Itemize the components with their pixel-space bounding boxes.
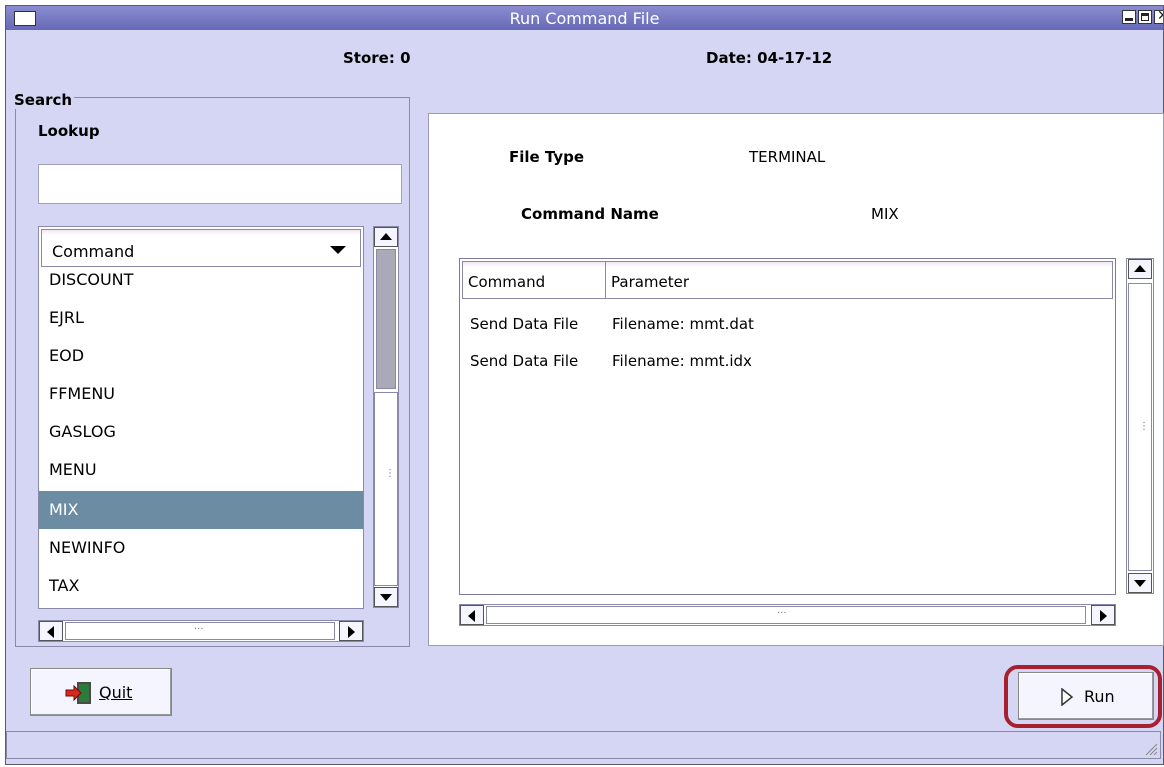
list-item-menu[interactable]: MENU xyxy=(39,451,363,489)
arrow-down-icon xyxy=(1134,580,1146,587)
arrow-up-icon xyxy=(1134,265,1146,272)
table-cell-parameter-1[interactable]: Filename: mmt.dat xyxy=(612,315,754,333)
run-button-label: Run xyxy=(1084,687,1115,706)
command-list-vscrollbar[interactable]: ⋮ xyxy=(373,226,399,608)
scroll-thumb[interactable]: ⋮ xyxy=(374,392,398,586)
list-item-newinfo[interactable]: NEWINFO xyxy=(39,529,363,567)
maximize-button[interactable] xyxy=(1138,10,1152,24)
list-item-tax[interactable]: TAX xyxy=(39,567,363,605)
scroll-up-button[interactable] xyxy=(1128,259,1152,279)
list-item-gaslog[interactable]: GASLOG xyxy=(39,413,363,451)
list-item-ejrl[interactable]: EJRL xyxy=(39,299,363,337)
scroll-right-button[interactable] xyxy=(339,621,363,641)
table-cell-command-2[interactable]: Send Data File xyxy=(470,352,578,370)
window-title: Run Command File xyxy=(509,9,660,28)
arrow-left-icon xyxy=(468,610,475,622)
command-name-label: Command Name xyxy=(521,205,659,223)
column-header-parameter[interactable]: Parameter xyxy=(605,261,1113,299)
date-label: Date: 04-17-12 xyxy=(706,49,833,67)
scroll-right-button[interactable] xyxy=(1091,605,1115,625)
command-table[interactable]: Command Parameter Send Data File Filenam… xyxy=(459,258,1116,595)
scroll-thumb[interactable]: ⋮ xyxy=(1128,283,1152,571)
lookup-label: Lookup xyxy=(38,122,100,140)
search-group-label: Search xyxy=(14,91,75,109)
store-label: Store: 0 xyxy=(343,49,411,67)
chevron-down-icon[interactable] xyxy=(330,246,346,254)
status-bar xyxy=(6,731,1161,759)
close-button[interactable]: ✕ xyxy=(1154,8,1163,24)
run-button[interactable]: Run xyxy=(1018,672,1154,720)
file-type-value: TERMINAL xyxy=(749,148,826,166)
quit-button[interactable]: Quit xyxy=(30,668,172,716)
scroll-down-button[interactable] xyxy=(1128,573,1152,593)
list-item-ffmenu[interactable]: FFMENU xyxy=(39,375,363,413)
resize-grip-icon[interactable] xyxy=(1144,742,1158,756)
list-item-eod[interactable]: EOD xyxy=(39,337,363,375)
hscroll-thumb[interactable]: ··· xyxy=(65,622,335,640)
minimize-button[interactable] xyxy=(1122,10,1136,24)
list-item-discount[interactable]: DISCOUNT xyxy=(39,261,363,299)
title-bar[interactable]: Run Command File ✕ xyxy=(6,6,1163,30)
command-list[interactable]: Command DISCOUNT EJRL EOD FFMENU GASLOG … xyxy=(38,226,364,609)
scroll-left-button[interactable] xyxy=(460,605,484,625)
table-cell-command-1[interactable]: Send Data File xyxy=(470,315,578,333)
command-table-vscrollbar[interactable]: ⋮ xyxy=(1126,258,1154,594)
scroll-track[interactable] xyxy=(376,249,396,389)
play-triangle-icon xyxy=(1061,688,1074,706)
arrow-left-icon xyxy=(47,626,54,638)
quit-button-label: Quit xyxy=(99,683,133,702)
arrow-down-icon xyxy=(380,594,392,601)
command-list-header-label: Command xyxy=(52,242,135,261)
scroll-left-button[interactable] xyxy=(39,621,63,641)
command-list-hscrollbar[interactable]: ··· xyxy=(38,620,364,642)
column-header-command[interactable]: Command xyxy=(462,261,606,299)
table-cell-parameter-2[interactable]: Filename: mmt.idx xyxy=(612,352,752,370)
list-item-mix[interactable]: MIX xyxy=(39,491,363,529)
scroll-down-button[interactable] xyxy=(374,587,398,607)
hscroll-thumb[interactable]: ··· xyxy=(486,606,1086,624)
arrow-up-icon xyxy=(380,233,392,240)
scroll-up-button[interactable] xyxy=(374,227,398,247)
lookup-input[interactable] xyxy=(38,164,402,204)
file-type-label: File Type xyxy=(509,148,585,166)
command-name-value: MIX xyxy=(871,205,899,223)
arrow-right-icon xyxy=(348,626,355,638)
arrow-right-icon xyxy=(1100,610,1107,622)
exit-door-icon xyxy=(65,682,91,704)
close-icon: ✕ xyxy=(1157,8,1163,24)
command-table-hscrollbar[interactable]: ··· xyxy=(459,604,1116,626)
